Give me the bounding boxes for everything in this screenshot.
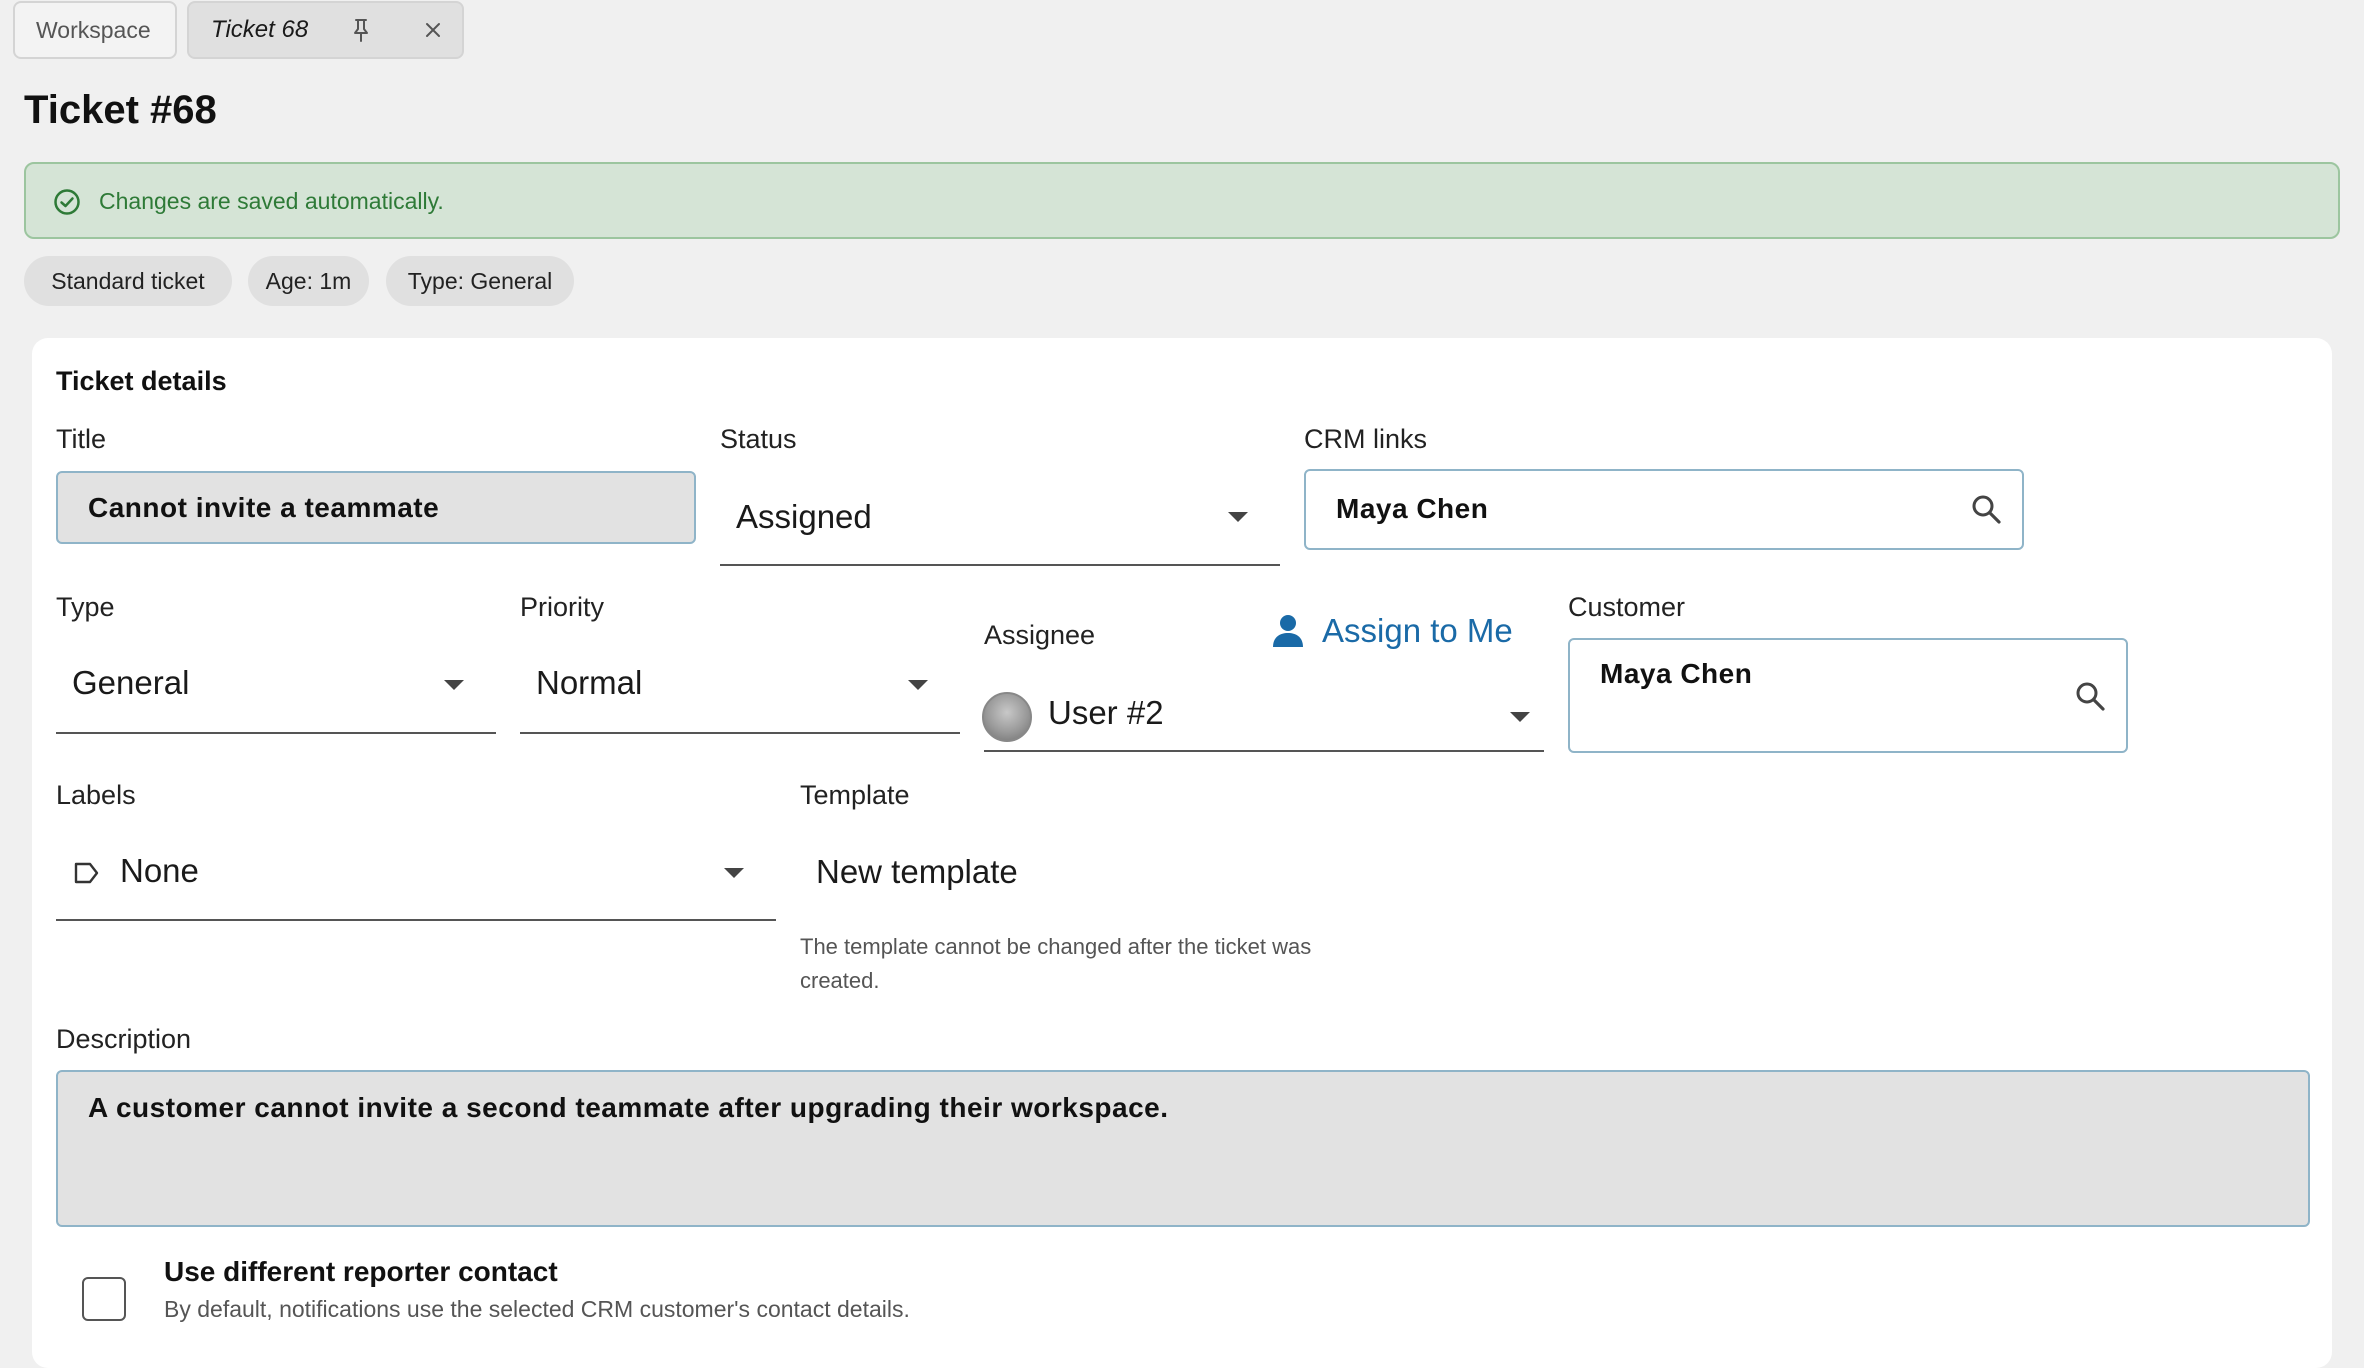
section-title: Ticket details [56,366,227,396]
tab-ticket-label: Ticket 68 [211,16,309,43]
status-label: Status [720,424,797,454]
labels-label: Labels [56,780,136,810]
assign-to-me-label: Assign to Me [1322,612,1513,649]
avatar [982,692,1032,742]
assignee-value: User #2 [1048,694,1164,731]
check-circle-icon [54,189,80,215]
reporter-contact-checkbox[interactable] [82,1277,126,1321]
person-icon [1273,615,1303,647]
title-field[interactable]: Cannot invite a teammate [56,471,696,544]
chip-age: Age: 1m [248,256,369,306]
chevron-down-icon [444,680,464,690]
description-value: A customer cannot invite a second teamma… [88,1092,1169,1123]
type-select[interactable]: General [56,640,496,734]
page-title: Ticket #68 [24,88,217,132]
title-value: Cannot invite a teammate [88,492,440,523]
priority-label: Priority [520,592,605,622]
assignee-select[interactable]: User #2 [984,680,1544,752]
description-label: Description [56,1024,192,1054]
status-select[interactable]: Assigned [720,470,1280,566]
reporter-contact-subtitle: By default, notifications use the select… [164,1296,910,1322]
type-value: General [72,664,190,701]
pin-icon[interactable] [349,17,373,43]
customer-field[interactable]: Maya Chen [1568,638,2128,753]
chevron-down-icon [908,680,928,690]
chip-type: Type: General [386,256,574,306]
tab-workspace-label: Workspace [36,16,151,43]
labels-select[interactable]: None [56,826,776,921]
label-icon [74,862,99,884]
autosave-banner: Changes are saved automatically. [24,162,2340,239]
priority-select[interactable]: Normal [520,640,960,734]
type-label: Type [56,592,115,622]
chevron-down-icon [1228,512,1248,522]
crm-links-field[interactable]: Maya Chen [1304,469,2024,550]
search-icon[interactable] [2074,680,2108,714]
status-value: Assigned [736,498,872,535]
chevron-down-icon [724,868,744,878]
assignee-label: Assignee [984,620,1096,650]
tab-ticket[interactable]: Ticket 68 [187,1,464,59]
search-icon[interactable] [1970,493,2004,527]
description-field[interactable]: A customer cannot invite a second teamma… [56,1070,2310,1227]
tab-workspace[interactable]: Workspace [13,1,177,59]
title-label: Title [56,424,107,454]
reporter-contact-title: Use different reporter contact [164,1256,558,1287]
customer-value: Maya Chen [1600,658,1753,689]
chevron-down-icon [1510,712,1530,722]
banner-text: Changes are saved automatically. [99,188,444,214]
priority-value: Normal [536,664,643,701]
crm-links-label: CRM links [1304,424,1428,454]
template-help-text: The template cannot be changed after the… [800,934,1312,993]
template-value: New template [816,853,1018,890]
labels-value: None [120,852,199,889]
close-icon[interactable] [421,18,445,42]
crm-links-value: Maya Chen [1336,493,1489,524]
assign-to-me-button[interactable]: Assign to Me [1272,612,1513,650]
customer-label: Customer [1568,592,1686,622]
chip-ticket-kind: Standard ticket [24,256,232,306]
template-label: Template [800,780,910,810]
